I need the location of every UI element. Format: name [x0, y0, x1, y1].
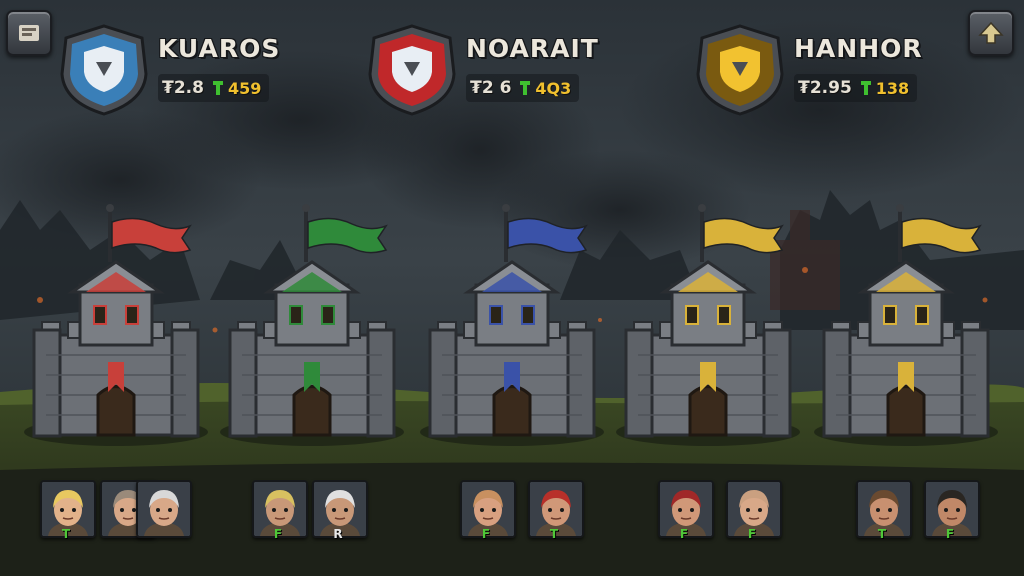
hero-level: F — [679, 527, 689, 541]
faction-name: KUAROS — [158, 34, 281, 63]
hero-level: F — [273, 527, 283, 541]
troop-count: 138 — [875, 78, 910, 98]
faction-stats: ₮2 6 4Q3 — [466, 74, 580, 102]
power-value: ₮2.8 — [162, 78, 204, 98]
power-value: ₮2 6 — [470, 78, 512, 98]
hero-level: T — [549, 527, 559, 541]
menu-button[interactable] — [6, 10, 52, 56]
game-screen: KUAROS ₮2.8 459 NOARAIT ₮2 6 4Q3 HANHOR — [0, 0, 1024, 576]
hero-level: F — [945, 527, 955, 541]
hero-face-icon — [138, 482, 190, 536]
faction-stats: ₮2.95 138 — [794, 74, 918, 102]
hero-level: F — [481, 527, 491, 541]
troop-icon — [212, 81, 223, 95]
silver-haired-hero[interactable] — [136, 480, 192, 538]
hero-level: T — [877, 527, 887, 541]
faction-name: HANHOR — [794, 34, 923, 63]
troop-icon — [860, 81, 871, 95]
menu-icon — [19, 25, 39, 41]
up-arrow-icon — [978, 21, 1004, 44]
shield-silver-blue-icon[interactable] — [58, 22, 150, 118]
hero-level: R — [333, 527, 343, 541]
scroll-up-button[interactable] — [968, 10, 1014, 56]
shield-silver-red-icon[interactable] — [366, 22, 458, 118]
troop-count: 459 — [227, 78, 262, 98]
faction-stats: ₮2.8 459 — [158, 74, 270, 102]
hero-level: T — [61, 527, 71, 541]
hero-level: F — [747, 527, 757, 541]
faction-name: NOARAIT — [466, 34, 599, 63]
shield-gold-icon[interactable] — [694, 22, 786, 118]
troop-count: 4Q3 — [535, 78, 572, 98]
power-value: ₮2.95 — [798, 78, 852, 98]
troop-icon — [520, 81, 531, 95]
